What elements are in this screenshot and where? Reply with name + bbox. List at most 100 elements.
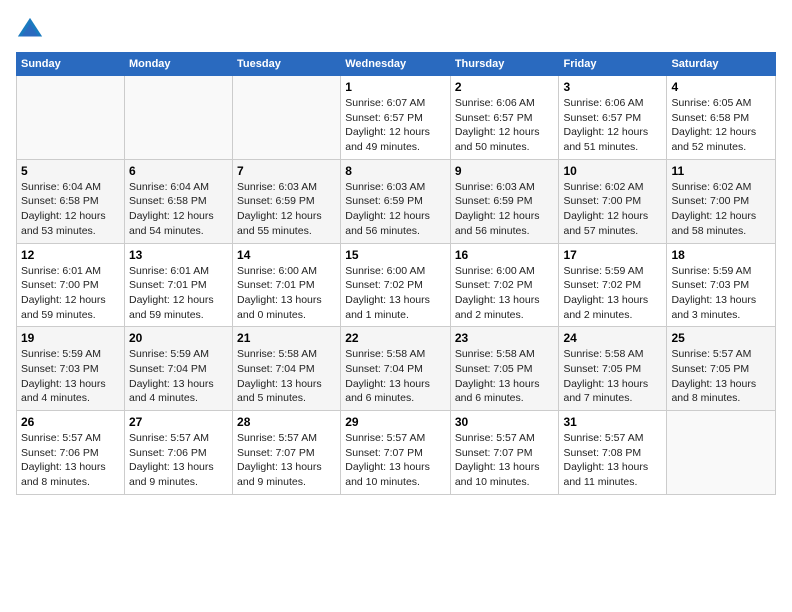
day-number: 15: [345, 248, 446, 262]
calendar-body: 1 Sunrise: 6:07 AM Sunset: 6:57 PM Daylig…: [17, 76, 776, 495]
day-number: 1: [345, 80, 446, 94]
header-cell-monday: Monday: [124, 53, 232, 76]
day-info: Sunrise: 6:00 AM Sunset: 7:02 PM Dayligh…: [345, 264, 446, 323]
day-info: Sunrise: 6:02 AM Sunset: 7:00 PM Dayligh…: [563, 180, 662, 239]
day-number: 26: [21, 415, 120, 429]
day-number: 23: [455, 331, 555, 345]
calendar-cell: [17, 76, 125, 160]
day-number: 14: [237, 248, 336, 262]
calendar-cell: 2Sunrise: 6:06 AM Sunset: 6:57 PM Daylig…: [450, 76, 559, 160]
calendar-cell: [233, 76, 341, 160]
calendar-cell: [667, 411, 776, 495]
day-info: Sunrise: 6:02 AM Sunset: 7:00 PM Dayligh…: [671, 180, 771, 239]
day-info: Sunrise: 5:57 AM Sunset: 7:07 PM Dayligh…: [237, 431, 336, 490]
day-number: 8: [345, 164, 446, 178]
calendar-cell: 24 Sunrise: 5:58 AM Sunset: 7:05 PM Dayli…: [559, 327, 667, 411]
day-number: 3: [563, 80, 662, 94]
calendar-cell: 31 Sunrise: 5:57 AM Sunset: 7:08 PM Dayli…: [559, 411, 667, 495]
day-number: 21: [237, 331, 336, 345]
day-info: Sunrise: 5:57 AM Sunset: 7:07 PM Dayligh…: [455, 431, 555, 490]
day-number: 7: [237, 164, 336, 178]
header-cell-friday: Friday: [559, 53, 667, 76]
week-row-0: 1 Sunrise: 6:07 AM Sunset: 6:57 PM Daylig…: [17, 76, 776, 160]
calendar-cell: 8 Sunrise: 6:03 AM Sunset: 6:59 PM Daylig…: [341, 159, 451, 243]
day-number: 31: [563, 415, 662, 429]
calendar-cell: 3Sunrise: 6:06 AM Sunset: 6:57 PM Daylig…: [559, 76, 667, 160]
day-number: 2: [455, 80, 555, 94]
calendar-cell: 7 Sunrise: 6:03 AM Sunset: 6:59 PM Daylig…: [233, 159, 341, 243]
day-info: Sunrise: 6:00 AM Sunset: 7:01 PM Dayligh…: [237, 264, 336, 323]
calendar-cell: 26 Sunrise: 5:57 AM Sunset: 7:06 PM Dayli…: [17, 411, 125, 495]
day-info: Sunrise: 6:03 AM Sunset: 6:59 PM Dayligh…: [345, 180, 446, 239]
calendar-cell: 27 Sunrise: 5:57 AM Sunset: 7:06 PM Dayli…: [124, 411, 232, 495]
day-info: Sunrise: 5:57 AM Sunset: 7:08 PM Dayligh…: [563, 431, 662, 490]
calendar-cell: 15 Sunrise: 6:00 AM Sunset: 7:02 PM Dayli…: [341, 243, 451, 327]
day-number: 4: [671, 80, 771, 94]
day-number: 12: [21, 248, 120, 262]
calendar-cell: 20 Sunrise: 5:59 AM Sunset: 7:04 PM Dayli…: [124, 327, 232, 411]
header-cell-saturday: Saturday: [667, 53, 776, 76]
calendar-cell: 30Sunrise: 5:57 AM Sunset: 7:07 PM Dayli…: [450, 411, 559, 495]
week-row-2: 12 Sunrise: 6:01 AM Sunset: 7:00 PM Dayli…: [17, 243, 776, 327]
calendar-cell: 22Sunrise: 5:58 AM Sunset: 7:04 PM Dayli…: [341, 327, 451, 411]
calendar-cell: 16 Sunrise: 6:00 AM Sunset: 7:02 PM Dayli…: [450, 243, 559, 327]
day-info: Sunrise: 5:59 AM Sunset: 7:04 PM Dayligh…: [129, 347, 228, 406]
header-cell-wednesday: Wednesday: [341, 53, 451, 76]
calendar-cell: 4Sunrise: 6:05 AM Sunset: 6:58 PM Daylig…: [667, 76, 776, 160]
day-number: 17: [563, 248, 662, 262]
day-number: 25: [671, 331, 771, 345]
day-info: Sunrise: 6:01 AM Sunset: 7:01 PM Dayligh…: [129, 264, 228, 323]
calendar-header: SundayMondayTuesdayWednesdayThursdayFrid…: [17, 53, 776, 76]
day-number: 13: [129, 248, 228, 262]
day-info: Sunrise: 5:57 AM Sunset: 7:05 PM Dayligh…: [671, 347, 771, 406]
day-info: Sunrise: 5:58 AM Sunset: 7:05 PM Dayligh…: [455, 347, 555, 406]
day-number: 20: [129, 331, 228, 345]
day-info: Sunrise: 6:04 AM Sunset: 6:58 PM Dayligh…: [21, 180, 120, 239]
header-cell-sunday: Sunday: [17, 53, 125, 76]
calendar-cell: 11 Sunrise: 6:02 AM Sunset: 7:00 PM Dayli…: [667, 159, 776, 243]
calendar-cell: 17 Sunrise: 5:59 AM Sunset: 7:02 PM Dayli…: [559, 243, 667, 327]
day-info: Sunrise: 5:57 AM Sunset: 7:06 PM Dayligh…: [129, 431, 228, 490]
day-info: Sunrise: 5:57 AM Sunset: 7:07 PM Dayligh…: [345, 431, 446, 490]
day-number: 6: [129, 164, 228, 178]
day-info: Sunrise: 6:00 AM Sunset: 7:02 PM Dayligh…: [455, 264, 555, 323]
day-number: 18: [671, 248, 771, 262]
day-info: Sunrise: 5:59 AM Sunset: 7:02 PM Dayligh…: [563, 264, 662, 323]
calendar-cell: 25 Sunrise: 5:57 AM Sunset: 7:05 PM Dayli…: [667, 327, 776, 411]
day-number: 28: [237, 415, 336, 429]
day-info: Sunrise: 6:01 AM Sunset: 7:00 PM Dayligh…: [21, 264, 120, 323]
day-info: Sunrise: 6:03 AM Sunset: 6:59 PM Dayligh…: [237, 180, 336, 239]
week-row-3: 19 Sunrise: 5:59 AM Sunset: 7:03 PM Dayli…: [17, 327, 776, 411]
day-number: 27: [129, 415, 228, 429]
calendar-cell: 13 Sunrise: 6:01 AM Sunset: 7:01 PM Dayli…: [124, 243, 232, 327]
calendar-cell: 28 Sunrise: 5:57 AM Sunset: 7:07 PM Dayli…: [233, 411, 341, 495]
day-info: Sunrise: 6:04 AM Sunset: 6:58 PM Dayligh…: [129, 180, 228, 239]
day-number: 9: [455, 164, 555, 178]
header-row: SundayMondayTuesdayWednesdayThursdayFrid…: [17, 53, 776, 76]
calendar-cell: 10 Sunrise: 6:02 AM Sunset: 7:00 PM Dayli…: [559, 159, 667, 243]
calendar-cell: [124, 76, 232, 160]
day-info: Sunrise: 5:57 AM Sunset: 7:06 PM Dayligh…: [21, 431, 120, 490]
week-row-1: 5Sunrise: 6:04 AM Sunset: 6:58 PM Daylig…: [17, 159, 776, 243]
day-info: Sunrise: 6:07 AM Sunset: 6:57 PM Dayligh…: [345, 96, 446, 155]
calendar-cell: 9Sunrise: 6:03 AM Sunset: 6:59 PM Daylig…: [450, 159, 559, 243]
week-row-4: 26 Sunrise: 5:57 AM Sunset: 7:06 PM Dayli…: [17, 411, 776, 495]
day-number: 24: [563, 331, 662, 345]
day-info: Sunrise: 5:58 AM Sunset: 7:04 PM Dayligh…: [237, 347, 336, 406]
day-info: Sunrise: 5:58 AM Sunset: 7:05 PM Dayligh…: [563, 347, 662, 406]
calendar-cell: 5Sunrise: 6:04 AM Sunset: 6:58 PM Daylig…: [17, 159, 125, 243]
day-number: 11: [671, 164, 771, 178]
calendar-cell: 14 Sunrise: 6:00 AM Sunset: 7:01 PM Dayli…: [233, 243, 341, 327]
calendar-cell: 19 Sunrise: 5:59 AM Sunset: 7:03 PM Dayli…: [17, 327, 125, 411]
day-number: 22: [345, 331, 446, 345]
day-number: 29: [345, 415, 446, 429]
day-number: 19: [21, 331, 120, 345]
day-number: 16: [455, 248, 555, 262]
header-cell-tuesday: Tuesday: [233, 53, 341, 76]
logo-icon: [16, 16, 44, 44]
day-info: Sunrise: 5:59 AM Sunset: 7:03 PM Dayligh…: [21, 347, 120, 406]
day-number: 10: [563, 164, 662, 178]
day-info: Sunrise: 5:59 AM Sunset: 7:03 PM Dayligh…: [671, 264, 771, 323]
header-cell-thursday: Thursday: [450, 53, 559, 76]
calendar-cell: 29 Sunrise: 5:57 AM Sunset: 7:07 PM Dayli…: [341, 411, 451, 495]
